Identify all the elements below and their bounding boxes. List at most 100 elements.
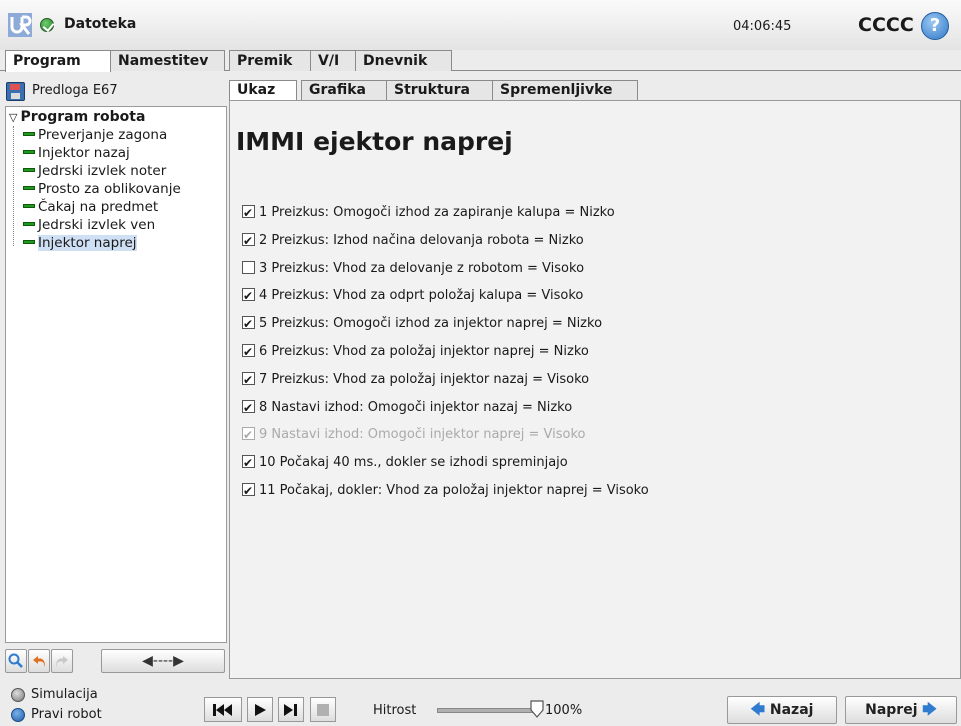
command-item[interactable]: 2 Preizkus: Izhod načina delovanja robot… <box>242 231 584 251</box>
tree-root[interactable]: ▽ Program robota <box>9 109 145 125</box>
step-icon <box>284 704 297 716</box>
item-label: 10 Počakaj 40 ms., dokler se izhodi spre… <box>259 455 568 471</box>
simulation-radio-icon[interactable] <box>11 687 25 702</box>
step-button[interactable] <box>278 697 304 722</box>
tree-toolbar: ◀----▶ <box>5 649 227 677</box>
save-icon[interactable] <box>6 82 25 101</box>
sub-tabs: Ukaz Grafika Struktura Spremenljivke <box>229 80 961 101</box>
search-icon <box>8 653 23 668</box>
command-item[interactable]: 7 Preizkus: Vhod za položaj injektor naz… <box>242 370 589 390</box>
item-checkbox[interactable] <box>242 231 255 251</box>
tab-namestitev[interactable]: Namestitev <box>110 50 225 71</box>
undo-button[interactable] <box>28 649 50 673</box>
item-label: 8 Nastavi izhod: Omogoči injektor nazaj … <box>259 399 573 415</box>
template-bar: Predloga E67 <box>5 80 227 104</box>
command-item[interactable]: 8 Nastavi izhod: Omogoči injektor nazaj … <box>242 398 572 418</box>
robot-name: CCCC <box>858 14 914 36</box>
tree-node-prosto-za-oblikovanje[interactable]: Prosto za oblikovanje <box>20 181 184 198</box>
command-item[interactable]: 3 Preizkus: Vhod za delovanje z robotom … <box>242 259 584 279</box>
item-checkbox[interactable] <box>242 481 255 501</box>
item-checkbox[interactable] <box>242 453 255 473</box>
command-panel: Ukaz Grafika Struktura Spremenljivke IMM… <box>229 80 961 679</box>
back-button[interactable]: 🡄 Nazaj <box>727 696 837 724</box>
skip-back-button[interactable] <box>204 697 242 722</box>
redo-button[interactable] <box>51 649 73 673</box>
command-item[interactable]: 1 Preizkus: Omogoči izhod za zapiranje k… <box>242 203 615 223</box>
item-checkbox[interactable] <box>242 370 255 390</box>
item-label: 1 Preizkus: Omogoči izhod za zapiranje k… <box>259 205 615 220</box>
tree-node-jedrski-izvlek-ven[interactable]: Jedrski izvlek ven <box>20 217 158 234</box>
item-checkbox[interactable] <box>242 342 255 362</box>
ur-logo-icon <box>8 13 32 37</box>
item-checkbox[interactable] <box>242 425 255 445</box>
tab-struktura[interactable]: Struktura <box>386 80 493 100</box>
move-node-button[interactable]: ◀----▶ <box>101 649 225 673</box>
back-label: Nazaj <box>769 702 814 718</box>
item-checkbox[interactable] <box>242 203 255 223</box>
item-label: 3 Preizkus: Vhod za delovanje z robotom … <box>259 260 585 276</box>
tree-node-label: Čakaj na predmet <box>38 199 159 215</box>
help-icon[interactable]: ? <box>921 12 949 40</box>
arrow-right-icon: 🡆 <box>922 702 937 718</box>
tab-program[interactable]: Program <box>5 50 111 72</box>
item-label: 4 Preizkus: Vhod za odprt položaj kalupa… <box>259 288 584 304</box>
tree-node-preverjanje-zagona[interactable]: Preverjanje zagona <box>20 127 170 144</box>
skip-back-icon <box>213 704 232 716</box>
stop-button[interactable] <box>310 697 336 722</box>
file-menu-icon[interactable] <box>40 18 54 32</box>
tree-node-label: Jedrski izvlek ven <box>38 217 156 233</box>
tab-spremenljivke[interactable]: Spremenljivke <box>492 80 638 100</box>
page-title: IMMI ejektor naprej <box>236 127 513 156</box>
program-sidebar: Predloga E67 ▽ Program robota Preverjanje… <box>5 80 227 679</box>
item-label: 6 Preizkus: Vhod za položaj injektor nap… <box>259 344 589 359</box>
tab-premik[interactable]: Premik <box>229 50 311 71</box>
tab-vi[interactable]: V/I <box>310 50 356 71</box>
tree-node-injektor-nazaj[interactable]: Injektor nazaj <box>20 145 133 162</box>
tab-dnevnik[interactable]: Dnevnik <box>355 50 452 71</box>
next-label: Naprej <box>865 702 918 718</box>
real-robot-radio-icon[interactable] <box>11 707 25 722</box>
speed-value: 100% <box>545 703 583 718</box>
speed-slider[interactable] <box>437 708 539 713</box>
expand-triangle-icon[interactable]: ▽ <box>9 111 17 124</box>
tab-grafika[interactable]: Grafika <box>301 80 387 100</box>
command-item[interactable]: 9 Nastavi izhod: Omogoči injektor naprej… <box>242 425 585 445</box>
next-button[interactable]: Naprej 🡆 <box>845 696 957 724</box>
template-label: Predloga E67 <box>32 83 118 98</box>
speed-slider-thumb[interactable] <box>530 700 544 718</box>
node-icon <box>23 149 35 154</box>
tab-ukaz[interactable]: Ukaz <box>229 80 297 100</box>
command-item[interactable]: 5 Preizkus: Omogoči izhod za injektor na… <box>242 314 602 334</box>
command-item[interactable]: 6 Preizkus: Vhod za položaj injektor nap… <box>242 342 589 362</box>
main-tabs: Program Namestitev Premik V/I Dnevnik <box>0 50 961 72</box>
tree-node-label: Preverjanje zagona <box>38 127 168 143</box>
speed-slider-fill <box>438 709 538 712</box>
tree-node-jedrski-izvlek-noter[interactable]: Jedrski izvlek noter <box>20 163 169 180</box>
tree-node-cakaj-na-predmet[interactable]: Čakaj na predmet <box>20 199 161 216</box>
node-icon <box>23 131 35 136</box>
item-label: 11 Počakaj, dokler: Vhod za položaj inje… <box>259 483 649 498</box>
item-checkbox[interactable] <box>242 314 255 334</box>
command-item[interactable]: 4 Preizkus: Vhod za odprt položaj kalupa… <box>242 286 583 306</box>
play-button[interactable] <box>247 697 273 722</box>
search-button[interactable] <box>5 649 27 673</box>
tree-connector <box>13 126 14 246</box>
command-item[interactable]: 11 Počakaj, dokler: Vhod za položaj inje… <box>242 481 649 501</box>
program-tree[interactable]: ▽ Program robota Preverjanje zagona Injek… <box>5 106 227 643</box>
clock: 04:06:45 <box>733 19 792 34</box>
mode-real-robot[interactable]: Pravi robot <box>11 707 102 722</box>
tree-node-injektor-naprej[interactable]: Injektor naprej <box>20 235 140 252</box>
undo-icon <box>33 656 45 667</box>
node-icon <box>23 239 35 244</box>
item-checkbox[interactable] <box>242 398 255 418</box>
item-checkbox[interactable] <box>242 260 255 274</box>
mode-simulation[interactable]: Simulacija <box>11 687 98 702</box>
stop-icon <box>317 704 329 716</box>
file-menu-label[interactable]: Datoteka <box>64 16 136 32</box>
play-icon <box>255 704 266 716</box>
node-icon <box>23 167 35 172</box>
command-item[interactable]: 10 Počakaj 40 ms., dokler se izhodi spre… <box>242 453 568 473</box>
item-label: 2 Preizkus: Izhod načina delovanja robot… <box>259 232 584 248</box>
item-checkbox[interactable] <box>242 286 255 306</box>
redo-icon <box>56 656 68 667</box>
